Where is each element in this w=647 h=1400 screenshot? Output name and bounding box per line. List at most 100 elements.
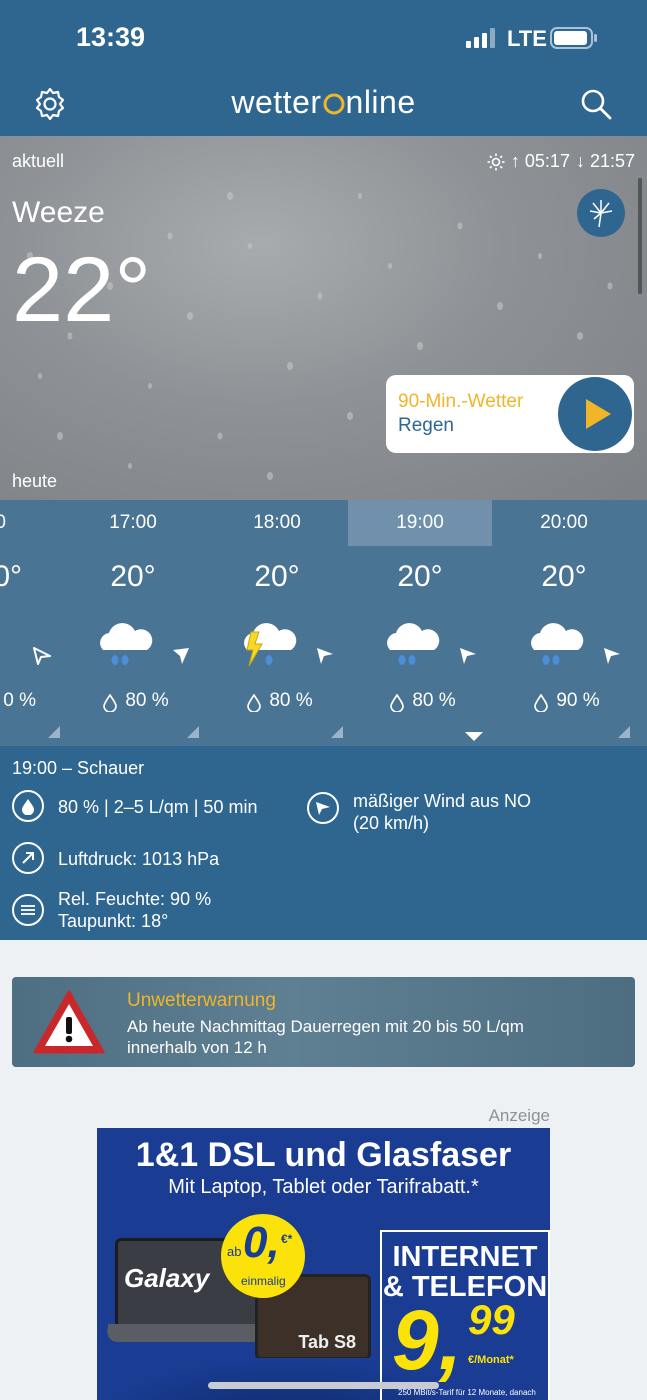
hour-column[interactable]: 18:00 20° 80 % [205, 500, 349, 746]
wetteronline-logo: wetter nline [0, 84, 647, 121]
wind-text-line1: mäßiger Wind aus NO [353, 791, 532, 811]
severe-weather-warning[interactable]: Unwetterwarnung Ab heute Nachmittag Daue… [12, 977, 635, 1067]
app-header: wetter nline [0, 72, 647, 136]
hourly-forecast[interactable]: 00 0° 0 % 17:00 20° 80 % 18:00 20° 80 % … [0, 500, 647, 746]
selected-hour-indicator [465, 732, 483, 741]
cloud-thunder-icon [244, 623, 297, 667]
humidity-text: Rel. Feuchte: 90 % [58, 889, 212, 909]
day-label: heute [12, 471, 58, 491]
ad-label: Anzeige [488, 1106, 550, 1125]
nowcast-play-button[interactable] [558, 377, 632, 451]
ad-offer-box: INTERNET & TELEFON 9, 99 €/Monat* 250 MB… [380, 1230, 550, 1400]
hour-precip: 80 % [125, 690, 169, 711]
ad-price-badge: ab 0, €* einmalig [221, 1214, 305, 1298]
status-time: 13:39 [76, 22, 146, 52]
nowcast-title: 90-Min.-Wetter [398, 391, 524, 412]
hour-precip: 80 % [412, 690, 456, 711]
cloud-rain-icon [387, 623, 440, 665]
nowcast-card[interactable]: 90-Min.-Wetter Regen [386, 375, 634, 453]
badge-currency: €* [281, 1232, 293, 1246]
hour-column-selected[interactable]: 19:00 20° 80 % [348, 500, 492, 746]
hour-column[interactable]: 20:00 20° 90 % [492, 500, 636, 746]
sunset-time: ↓ 21:57 [575, 151, 635, 171]
precipitation-row: 80 % | 2–5 L/qm | 50 min [12, 790, 257, 822]
badge-price: 0, [243, 1218, 280, 1267]
expand-corner [48, 726, 60, 738]
wind-direction-icon [460, 648, 476, 664]
hour-precip: 0 % [3, 690, 36, 711]
hour-column[interactable]: 17:00 20° 80 % [61, 500, 205, 746]
wind-direction-icon [604, 648, 620, 664]
home-indicator[interactable] [208, 1382, 439, 1389]
wind-text-line2: (20 km/h) [353, 813, 430, 833]
warning-text: Ab heute Nachmittag Dauerregen mit 20 bi… [127, 1017, 524, 1057]
current-label: aktuell [12, 151, 65, 171]
humidity-icon [12, 894, 44, 926]
sun-times: ↑ 05:17 ↓ 21:57 [487, 151, 635, 172]
offer-cents: 99 [468, 1296, 515, 1343]
hour-details-panel: 19:00 – Schauer 80 % | 2–5 L/qm | 50 min… [0, 746, 647, 940]
current-weather-panel: aktuell ↑ 05:17 ↓ 21:57 Weeze 22° heute … [0, 136, 647, 500]
warning-triangle-icon [33, 990, 105, 1054]
badge-ab: ab [227, 1244, 242, 1259]
wind-row: mäßiger Wind aus NO (20 km/h) [307, 790, 531, 834]
offer-small-print: 250 MBit/s-Tarif für 12 Monate, danach [398, 1388, 536, 1397]
advertisement-banner[interactable]: 1&1 DSL und Glasfaser Mit Laptop, Tablet… [97, 1128, 550, 1400]
network-type: LTE [507, 26, 547, 51]
hour-time: 17:00 [109, 512, 157, 533]
hour-time: 19:00 [396, 512, 444, 533]
humidity-row: Rel. Feuchte: 90 % Taupunkt: 18° [12, 888, 211, 932]
expand-corner [187, 726, 199, 738]
precipitation-icon [12, 790, 44, 822]
precipitation-text: 80 % | 2–5 L/qm | 50 min [58, 797, 258, 817]
hour-time: 20:00 [540, 512, 588, 533]
battery-icon [550, 27, 597, 49]
offer-unit: €/Monat* [468, 1354, 514, 1366]
offer-price: 9, [392, 1293, 463, 1387]
badge-once: einmalig [241, 1274, 286, 1288]
hour-temp: 20° [254, 560, 300, 593]
hour-temp: 20° [110, 560, 156, 593]
logo-text-left: wetter [231, 84, 322, 120]
dandelion-icon [589, 200, 613, 228]
wind-direction-icon [173, 648, 189, 664]
search-icon[interactable] [578, 86, 614, 122]
pressure-row: Luftdruck: 1013 hPa [12, 842, 219, 874]
hour-precip: 80 % [269, 690, 313, 711]
hero-scrollbar[interactable] [638, 178, 642, 294]
tablet-brand: Tab S8 [298, 1332, 356, 1352]
current-temperature: 22° [12, 239, 152, 341]
play-icon [586, 399, 611, 429]
nowcast-subtitle: Regen [398, 415, 454, 436]
hour-time: 18:00 [253, 512, 301, 533]
sun-icon [487, 153, 505, 170]
ad-subline: Mit Laptop, Tablet oder Tarifrabatt.* [168, 1176, 479, 1198]
expand-corner [618, 726, 630, 738]
hour-temp: 20° [541, 560, 587, 593]
city-name[interactable]: Weeze [12, 196, 105, 230]
pressure-arrow-icon [12, 842, 44, 874]
ad-headline: 1&1 DSL und Glasfaser [135, 1136, 512, 1174]
dewpoint-text: Taupunkt: 18° [58, 911, 169, 931]
pollen-button[interactable] [577, 189, 625, 237]
hour-temp: 20° [397, 560, 443, 593]
cloud-rain-icon [531, 623, 584, 665]
hour-temp: 0° [0, 560, 22, 593]
pressure-text: Luftdruck: 1013 hPa [58, 849, 220, 869]
signal-icon [466, 28, 495, 48]
wind-icon [307, 792, 339, 824]
details-title: 19:00 – Schauer [12, 758, 145, 778]
ad-laptop-base [105, 1324, 279, 1342]
expand-corner [331, 726, 343, 738]
logo-text-right: nline [345, 84, 416, 120]
logo-globe-icon [323, 93, 345, 115]
hour-precip: 90 % [556, 690, 600, 711]
sunrise-time: ↑ 05:17 [510, 151, 570, 171]
hour-column[interactable]: 00 0° 0 % [0, 500, 66, 746]
laptop-brand: Galaxy [124, 1263, 210, 1293]
cloud-rain-icon [100, 623, 153, 665]
wind-direction-icon [317, 648, 333, 664]
wind-direction-icon [33, 647, 51, 665]
status-bar: 13:39 LTE [0, 0, 647, 72]
warning-title: Unwetterwarnung [127, 990, 276, 1011]
